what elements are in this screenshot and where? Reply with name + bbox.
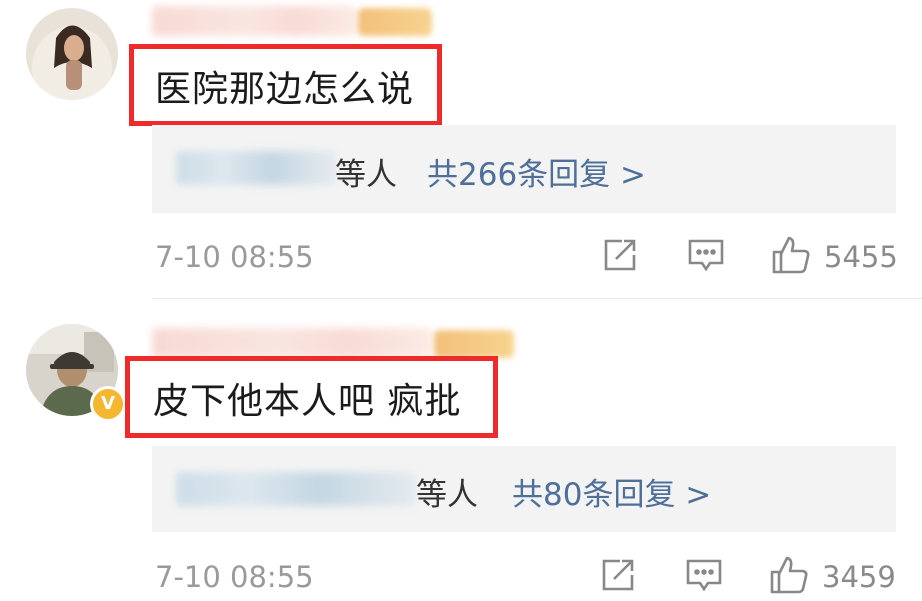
avatar[interactable]	[26, 8, 118, 100]
comment-icon[interactable]	[684, 557, 724, 599]
like-icon[interactable]	[770, 234, 812, 280]
share-icon[interactable]	[600, 557, 638, 597]
replies-panel[interactable]: 等人 共80条回复 >	[152, 446, 896, 532]
timestamp: 7-10 08:55	[155, 560, 314, 594]
reply-count-link[interactable]: 共266条回复 >	[427, 149, 646, 194]
member-badge-blurred	[434, 330, 514, 358]
verified-badge: V	[90, 386, 126, 422]
replies-panel[interactable]: 等人 共266条回复 >	[152, 125, 896, 213]
like-icon[interactable]	[768, 554, 810, 600]
member-badge-blurred	[358, 8, 432, 36]
username-blurred[interactable]	[152, 328, 432, 358]
like-count: 5455	[824, 240, 898, 274]
reply-suffix: 等人	[416, 477, 478, 513]
comment-text: 皮下他本人吧 疯批	[153, 381, 462, 422]
reply-users-blurred	[176, 151, 336, 185]
comment-icon[interactable]	[686, 237, 726, 279]
like-count: 3459	[822, 560, 896, 594]
avatar-image	[26, 8, 118, 100]
share-icon[interactable]	[602, 237, 640, 277]
comment-item: V 皮下他本人吧 疯批 等人 共80条回复 > 7-10 08:55 3459	[0, 300, 922, 601]
comment-text: 医院那边怎么说	[155, 69, 415, 110]
reply-count-link[interactable]: 共80条回复 >	[512, 469, 711, 514]
username-blurred[interactable]	[152, 6, 357, 36]
divider	[152, 298, 922, 299]
reply-users-blurred	[176, 472, 416, 506]
timestamp: 7-10 08:55	[155, 240, 314, 274]
comment-item: 医院那边怎么说 等人 共266条回复 > 7-10 08:55 5455	[0, 0, 922, 300]
reply-suffix: 等人	[335, 157, 397, 193]
